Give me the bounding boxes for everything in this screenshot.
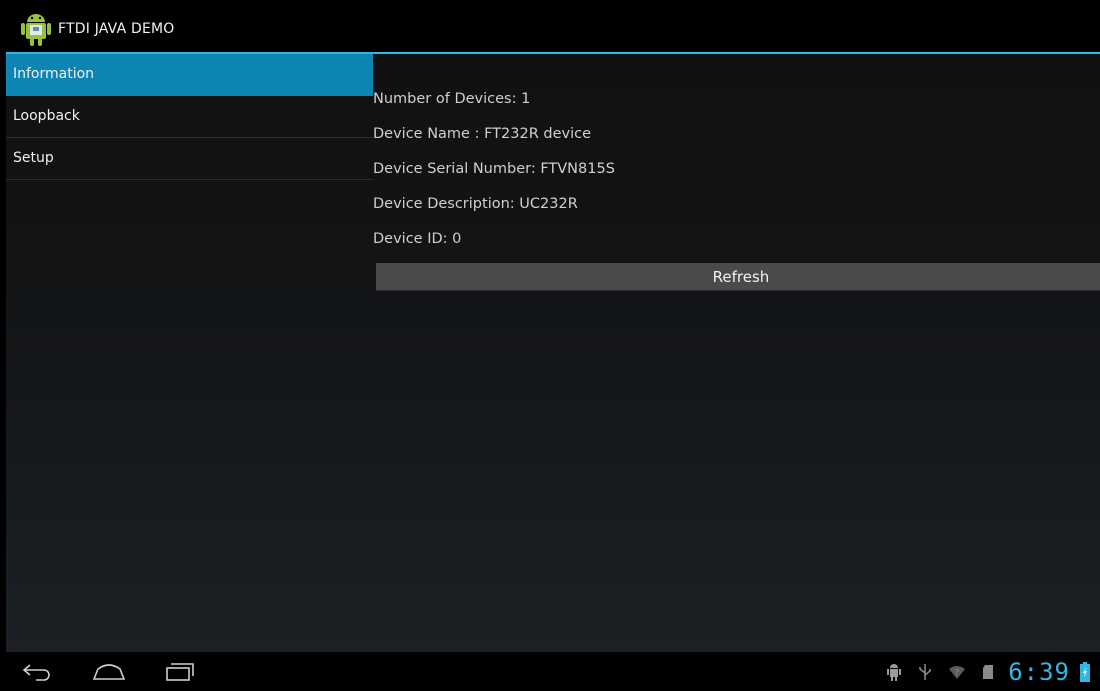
android-debug-icon [887,664,902,681]
battery-charging-icon [1080,662,1090,682]
sidebar-item-setup[interactable]: Setup [6,138,373,180]
system-navigation-bar: ? 6:39 [6,652,1100,691]
home-icon[interactable] [92,659,126,683]
clock: 6:39 [1008,658,1070,686]
device-id-text: Device ID: 0 [373,231,462,247]
svg-text:?: ? [955,668,959,677]
wifi-icon: ? [949,666,966,679]
sidebar-item-label: Information [13,66,95,82]
sd-card-icon [983,665,994,679]
back-icon[interactable] [20,659,54,683]
status-icons: ? 6:39 [870,658,1090,686]
recent-apps-icon[interactable] [164,659,198,683]
number-of-devices-text: Number of Devices: 1 [373,91,531,107]
app-window: FTDI JAVA DEMO Information Loopback Setu… [6,6,1100,691]
sidebar-item-information[interactable]: Information [6,54,373,96]
device-description-text: Device Description: UC232R [373,196,578,212]
android-robot-icon [21,14,51,46]
sidebar-item-loopback[interactable]: Loopback [6,96,373,138]
information-panel: Number of Devices: 1 Device Name : FT232… [373,88,1100,291]
sidebar-item-label: Loopback [13,108,80,124]
sidebar-item-label: Setup [13,150,54,166]
sidebar: Information Loopback Setup [6,54,373,180]
refresh-button[interactable]: Refresh [376,263,1100,291]
device-name-text: Device Name : FT232R device [373,126,592,142]
usb-icon [919,664,931,680]
action-bar: FTDI JAVA DEMO [6,6,1100,54]
app-title: FTDI JAVA DEMO [58,21,175,37]
device-serial-text: Device Serial Number: FTVN815S [373,161,615,177]
